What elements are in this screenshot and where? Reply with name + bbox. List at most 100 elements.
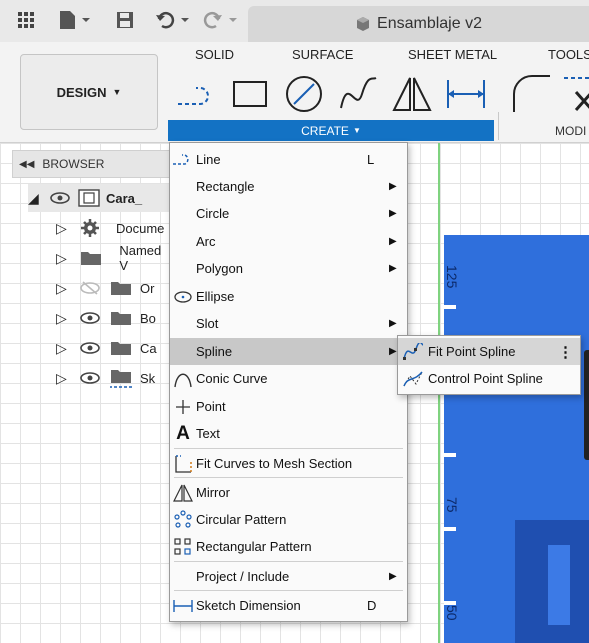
create-menu-button[interactable]: CREATE ▼ [168,120,494,141]
dimension-icon [170,598,196,614]
mirror-icon [170,484,196,502]
menu-item-arc[interactable]: Arc ▶ [170,228,407,255]
tree-item-label: Bo [140,310,156,326]
tree-item-label: Sk [140,370,156,386]
menu-item-polygon[interactable]: Polygon ▶ [170,255,407,282]
viewcube-edge [584,350,589,460]
control-point-spline-icon [398,370,428,388]
menu-item-circle[interactable]: Circle ▶ [170,200,407,227]
line-tool-icon[interactable] [176,74,216,114]
eye-icon[interactable] [80,311,110,325]
eye-icon[interactable] [80,371,110,385]
expand-triangle-icon[interactable]: ▷ [56,250,80,267]
dimension-label: 125 [444,265,460,289]
text-icon: A [176,422,190,444]
rectangular-pattern-icon [170,537,196,557]
rectangle-tool-icon[interactable] [230,74,270,114]
profile-edge [444,235,456,643]
file-menu-button[interactable] [56,8,94,32]
more-options-icon[interactable]: ⋮ [558,343,580,361]
submenu-arrow-icon: ▶ [389,208,397,219]
fillet-tool-icon[interactable] [510,74,550,114]
expand-triangle-icon[interactable]: ▷ [56,310,80,327]
tree-root-item[interactable]: ◢ Cara_ [28,184,173,212]
save-icon[interactable] [114,8,136,32]
tree-item-label: Docume [116,220,165,236]
tree-item-sketches[interactable]: ▷ Sk [56,364,173,392]
create-label: CREATE [301,123,349,138]
component-icon [357,17,370,31]
menu-item-text[interactable]: A Text [170,420,407,447]
dimension-tool-icon[interactable] [446,74,486,114]
expand-triangle-icon[interactable]: ▷ [56,340,80,357]
create-dropdown-menu: Line L Rectangle ▶ Circle ▶ Arc ▶ Polygo… [169,142,408,622]
menu-item-project-include[interactable]: Project / Include ▶ [170,563,407,590]
eye-icon[interactable] [80,341,110,355]
document-tab[interactable]: Ensamblaje v2 [248,6,589,42]
menu-item-sketch-dimension[interactable]: Sketch Dimension D [170,592,407,619]
mirror-tool-icon[interactable] [392,74,432,114]
folder-icon [80,250,120,266]
component-icon [78,189,106,207]
menu-item-conic-curve[interactable]: Conic Curve [170,365,407,392]
circle-tool-icon[interactable] [284,74,324,114]
menu-separator [174,561,403,562]
submenu-arrow-icon: ▶ [389,236,397,247]
tree-item-label: Ca [140,340,157,356]
menu-item-circular-pattern[interactable]: Circular Pattern [170,506,407,533]
expand-triangle-icon[interactable]: ▷ [56,280,80,297]
title-bar: Ensamblaje v2 [0,0,589,43]
ribbon-divider [498,112,499,140]
workspace-label: DESIGN [56,84,107,100]
shortcut-label: D [367,598,377,613]
trim-tool-icon[interactable] [562,74,589,114]
eye-hidden-icon[interactable] [80,281,110,295]
browser-title: BROWSER [42,157,105,171]
tree-item-named-views[interactable]: ▷ Named V [56,243,173,273]
ellipse-icon [170,290,196,304]
tab-sheet-metal[interactable]: SHEET METAL [408,47,497,62]
submenu-arrow-icon: ▶ [389,263,397,274]
menu-item-rectangle[interactable]: Rectangle ▶ [170,173,407,200]
tree-item-label: Named V [119,243,162,273]
spline-tool-icon[interactable] [338,74,378,114]
app-grid-icon[interactable] [14,8,38,32]
tree-item-canvases[interactable]: ▷ Ca [56,334,173,362]
redo-icon[interactable] [202,8,240,32]
collapse-icon[interactable]: ◀◀ [19,159,34,170]
tab-solid[interactable]: SOLID [195,47,234,62]
tab-surface[interactable]: SURFACE [292,47,353,62]
modify-label[interactable]: MODI [555,124,586,138]
submenu-arrow-icon: ▶ [389,571,397,582]
chevron-down-icon: ▼ [112,87,122,97]
spline-submenu: Fit Point Spline ⋮ Control Point Spline [397,335,581,395]
sketch-region-inner [548,545,570,625]
eye-icon[interactable] [50,191,78,205]
menu-item-ellipse[interactable]: Ellipse [170,283,407,310]
expand-triangle-icon[interactable]: ▷ [56,220,80,237]
menu-item-line[interactable]: Line L [170,146,407,173]
menu-item-point[interactable]: Point [170,393,407,420]
tree-item-origin[interactable]: ▷ Or [56,274,173,302]
tree-item-bodies[interactable]: ▷ Bo [56,304,173,332]
menu-item-fit-curves-to-mesh-section[interactable]: Fit Curves to Mesh Section [170,450,407,477]
menu-item-fit-point-spline[interactable]: Fit Point Spline ⋮ [398,338,580,365]
browser-header[interactable]: ◀◀ BROWSER [12,150,174,178]
menu-item-rectangular-pattern[interactable]: Rectangular Pattern [170,533,407,560]
tree-item-document-settings[interactable]: ▷ Docume [56,214,173,242]
menu-item-spline[interactable]: Spline ▶ [170,338,407,365]
workspace-switcher[interactable]: DESIGN ▼ [20,54,158,130]
expand-triangle-icon[interactable]: ◢ [28,190,50,207]
undo-icon[interactable] [154,8,192,32]
menu-item-control-point-spline[interactable]: Control Point Spline [398,365,580,392]
tab-tools[interactable]: TOOLS [548,47,589,62]
menu-item-mirror[interactable]: Mirror [170,479,407,506]
expand-triangle-icon[interactable]: ▷ [56,370,80,387]
gear-icon [80,218,116,238]
folder-icon [110,280,140,296]
point-icon [170,399,196,415]
document-title: Ensamblaje v2 [377,15,482,32]
line-icon [170,153,196,167]
menu-item-slot[interactable]: Slot ▶ [170,310,407,337]
folder-icon [110,310,140,326]
